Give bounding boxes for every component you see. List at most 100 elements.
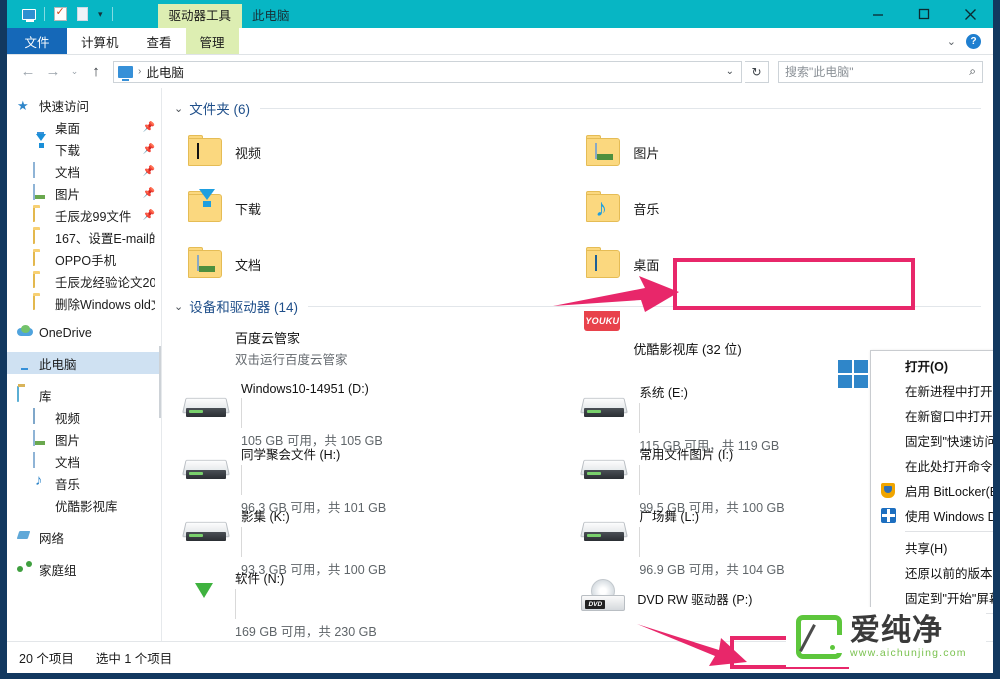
search-input[interactable]: 搜索"此电脑" (785, 63, 854, 80)
chevron-down-icon[interactable]: ⌄ (174, 102, 183, 115)
tab-view[interactable]: 查看 (133, 28, 186, 54)
defender-icon (871, 508, 905, 523)
folder-tile-videos[interactable]: 视频 (180, 124, 578, 180)
menu-label: 在此处打开命令窗口(W) (905, 456, 993, 475)
sidebar-item-label: 此电脑 (39, 354, 77, 373)
sidebar-item-desktop[interactable]: 桌面 📌 (7, 116, 161, 138)
sidebar-item-library-pictures[interactable]: 图片 (7, 428, 161, 450)
drive-free-text: 169 GB 可用，共 230 GB (235, 621, 578, 640)
drive-tile-n[interactable]: 软件 (N:) 169 GB 可用，共 230 GB (180, 562, 578, 624)
sidebar-item-label: 快速访问 (39, 96, 89, 115)
sidebar-item-library-youku[interactable]: 优酷影视库 (7, 494, 161, 516)
sidebar-item-network[interactable]: 网络 (7, 526, 161, 548)
context-menu-item-pin-quick-access[interactable]: 固定到"快速访问" (871, 428, 993, 453)
forward-button[interactable]: → (42, 61, 64, 83)
breadcrumb-path[interactable]: 此电脑 (146, 62, 184, 81)
maximize-icon[interactable] (901, 0, 947, 28)
customize-caret-icon[interactable]: ▾ (94, 9, 107, 20)
sidebar-item-libraries[interactable]: 库 (7, 384, 161, 406)
drive-tile-k[interactable]: 影集 (K:) 93.3 GB 可用，共 100 GB (180, 500, 578, 562)
close-icon[interactable] (947, 0, 993, 28)
window-title: 此电脑 (242, 4, 300, 28)
new-folder-icon[interactable] (72, 4, 92, 24)
app-subtitle: 双击运行百度云管家 (235, 349, 578, 368)
main-body: ★ 快速访问 桌面 📌 下载 📌 文档 📌 图片 📌 (7, 88, 993, 641)
folder-tile-downloads[interactable]: 下载 (180, 180, 578, 236)
tab-manage[interactable]: 管理 (186, 28, 239, 54)
videos-icon (33, 409, 50, 425)
sidebar-item-this-pc[interactable]: 此电脑 (7, 352, 161, 374)
sidebar-item-onedrive[interactable]: OneDrive (7, 322, 161, 344)
drive-tile-baidu-cloud[interactable]: 百度云管家 双击运行百度云管家 (180, 320, 578, 376)
context-menu-item-open[interactable]: 打开(O) (871, 353, 993, 378)
up-button[interactable]: ↑ (85, 61, 107, 83)
sidebar-item-folder-4[interactable]: 壬辰龙经验论文201 (7, 270, 161, 292)
chevron-down-icon[interactable]: ⌄ (174, 300, 183, 313)
chevron-down-icon[interactable]: ⌄ (726, 66, 737, 77)
drive-tile-h[interactable]: 同学聚会文件 (H:) 96.3 GB 可用，共 101 GB (180, 438, 578, 500)
downloads-folder-icon (186, 192, 226, 224)
back-button[interactable]: ← (17, 61, 39, 83)
sidebar-item-downloads[interactable]: 下载 📌 (7, 138, 161, 160)
sidebar-item-label: 库 (39, 386, 52, 405)
file-list-pane[interactable]: ⌄ 文件夹 (6) 视频 图片 (162, 88, 993, 641)
refresh-button[interactable]: ↻ (745, 61, 769, 83)
sidebar-item-label: 167、设置E-mail的 (55, 228, 155, 247)
search-icon[interactable]: ⌕ (969, 64, 976, 79)
sidebar-item-folder-2[interactable]: 167、设置E-mail的 (7, 226, 161, 248)
sidebar-item-library-videos[interactable]: 视频 (7, 406, 161, 428)
sidebar-item-library-music[interactable]: 音乐 (7, 472, 161, 494)
onedrive-icon (17, 325, 34, 341)
properties-icon[interactable] (50, 4, 70, 24)
minimize-icon[interactable] (855, 0, 901, 28)
this-pc-icon (17, 355, 34, 371)
sidebar-item-label: 删除Windows old文 (55, 294, 155, 313)
pin-icon[interactable]: 📌 (143, 210, 155, 221)
context-menu-item-enable-bitlocker[interactable]: 启用 BitLocker(B) (871, 478, 993, 503)
context-menu-item-share[interactable]: 共享(H) › (871, 535, 993, 560)
context-menu-item-open-command-window[interactable]: 在此处打开命令窗口(W) (871, 453, 993, 478)
address-input[interactable]: › 此电脑 ⌄ (113, 61, 742, 83)
folder-tile-pictures[interactable]: 图片 (578, 124, 976, 180)
pin-icon[interactable]: 📌 (143, 188, 155, 199)
file-explorer-window: ▾ 驱动器工具 此电脑 文件 计算机 查看 管理 ⌄ ? (0, 0, 1000, 679)
help-icon[interactable]: ? (966, 34, 981, 49)
sidebar-item-homegroup[interactable]: 家庭组 (7, 558, 161, 580)
group-header-folders[interactable]: ⌄ 文件夹 (6) (162, 88, 993, 120)
context-menu-item-restore-previous-versions[interactable]: 还原以前的版本(V) (871, 560, 993, 585)
sidebar-item-documents[interactable]: 文档 📌 (7, 160, 161, 182)
pin-icon[interactable]: 📌 (143, 144, 155, 155)
this-pc-icon[interactable] (19, 4, 39, 24)
context-menu-item-open-new-process[interactable]: 在新进程中打开(P) (871, 378, 993, 403)
folder-tile-documents[interactable]: 文档 (180, 236, 578, 292)
sidebar-item-folder-3[interactable]: OPPO手机 (7, 248, 161, 270)
pin-icon[interactable]: 📌 (143, 122, 155, 133)
chevron-down-icon[interactable]: ⌄ (947, 35, 956, 48)
tab-computer[interactable]: 计算机 (67, 28, 133, 54)
search-box[interactable]: 搜索"此电脑" ⌕ (778, 61, 983, 83)
drive-tile-d[interactable]: Windows10-14951 (D:) 105 GB 可用，共 105 GB (180, 376, 578, 438)
hard-drive-icon (180, 390, 232, 424)
sidebar-item-quick-access[interactable]: ★ 快速访问 (7, 94, 161, 116)
sidebar-item-label: 家庭组 (39, 560, 77, 579)
contextual-tab-drive-tools[interactable]: 驱动器工具 (158, 4, 243, 28)
sidebar-item-label: 文档 (55, 162, 80, 181)
context-menu-item-defender-scan[interactable]: 使用 Windows Defender扫描... (871, 503, 993, 528)
hard-drive-icon (578, 390, 630, 424)
navigation-pane[interactable]: ★ 快速访问 桌面 📌 下载 📌 文档 📌 图片 📌 (7, 88, 162, 641)
pin-icon[interactable]: 📌 (143, 166, 155, 177)
recent-locations-button[interactable]: ⌄ (67, 61, 82, 83)
context-menu[interactable]: 打开(O) 在新进程中打开(P) 在新窗口中打开(E) 固定到"快速访问" 在此… (870, 350, 993, 641)
sidebar-item-folder-1[interactable]: 壬辰龙99文件 📌 (7, 204, 161, 226)
context-menu-item-open-new-window[interactable]: 在新窗口中打开(E) (871, 403, 993, 428)
music-icon (33, 475, 50, 491)
watermark-brand: 爱纯净 (850, 616, 967, 646)
sidebar-item-folder-5[interactable]: 删除Windows old文 (7, 292, 161, 314)
folder-tile-music[interactable]: ♪ 音乐 (578, 180, 976, 236)
menu-label: 共享(H) (905, 538, 993, 557)
homegroup-icon (17, 561, 34, 577)
sidebar-item-library-documents[interactable]: 文档 (7, 450, 161, 472)
tab-file[interactable]: 文件 (7, 28, 67, 54)
sidebar-item-label: 图片 (55, 184, 80, 203)
sidebar-item-pictures[interactable]: 图片 📌 (7, 182, 161, 204)
